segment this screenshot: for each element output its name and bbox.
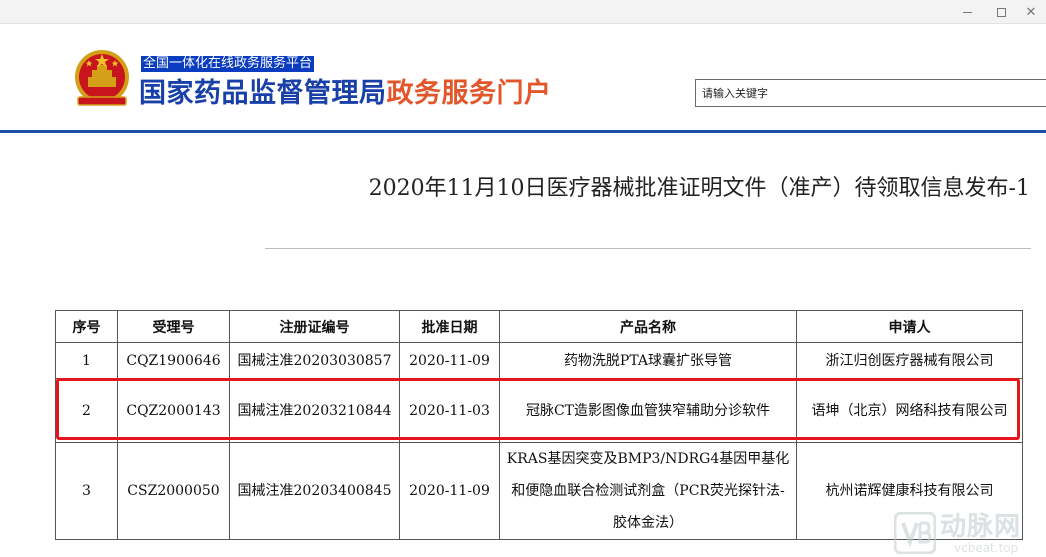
cell-applicant: 浙江归创医疗器械有限公司: [796, 342, 1023, 379]
cell-product: 药物洗脱PTA球囊扩张导管: [499, 342, 797, 379]
cell-date: 2020-11-09: [399, 342, 500, 379]
cell-registration: 国械注准20203210844: [229, 378, 400, 443]
approval-table: 序号 受理号 注册证编号 批准日期 产品名称 申请人 1 CQZ1900646 …: [55, 310, 1023, 540]
header-divider: [0, 130, 1046, 133]
col-header-acceptance: 受理号: [117, 310, 230, 343]
table-row: 2 CQZ2000143 国械注准20203210844 2020-11-03 …: [55, 378, 1023, 443]
table-row: 3 CSZ2000050 国械注准20203400845 2020-11-09 …: [55, 442, 1023, 540]
cell-date: 2020-11-09: [399, 442, 500, 540]
cell-no: 1: [55, 342, 118, 379]
cell-product: 冠脉CT造影图像血管狭窄辅助分诊软件: [499, 378, 797, 443]
table-header-row: 序号 受理号 注册证编号 批准日期 产品名称 申请人: [55, 310, 1023, 343]
vb-logo-icon: [894, 512, 936, 554]
watermark: 动脉网 vcbeat.top: [894, 512, 1044, 555]
col-header-registration: 注册证编号: [229, 310, 400, 343]
title-divider: [265, 248, 1031, 249]
site-title-main: 国家药品监督管理局: [139, 78, 387, 109]
watermark-brand: 动脉网: [940, 512, 1022, 542]
cell-product-text: KRAS基因突变及BMP3/NDRG4基因甲基化和便隐血联合检测试剂盒（PCR荧…: [506, 451, 790, 531]
minimize-icon[interactable]: [950, 0, 984, 24]
cell-applicant-text: 语坤（北京）网络科技有限公司: [811, 402, 1008, 419]
article-title: 2020年11月10日医疗器械批准证明文件（准产）待领取信息发布-1: [368, 176, 1030, 201]
platform-label[interactable]: 全国一体化在线政务服务平台: [141, 56, 315, 72]
site-title[interactable]: 国家药品监督管理局政务服务门户: [139, 77, 552, 111]
cell-acceptance: CQZ1900646: [117, 342, 230, 379]
table-row: 1 CQZ1900646 国械注准20203030857 2020-11-09 …: [55, 342, 1023, 379]
col-header-no: 序号: [55, 310, 118, 343]
cell-acceptance: CQZ2000143: [117, 378, 230, 443]
national-emblem-icon: [75, 50, 129, 106]
col-header-product: 产品名称: [499, 310, 797, 343]
col-header-date: 批准日期: [399, 310, 500, 343]
search-input[interactable]: [695, 79, 1046, 107]
cell-acceptance: CSZ2000050: [117, 442, 230, 540]
maximize-icon[interactable]: [984, 0, 1018, 24]
close-icon[interactable]: ✕: [1014, 0, 1046, 24]
col-header-applicant: 申请人: [796, 310, 1023, 343]
cell-applicant: 语坤（北京）网络科技有限公司: [796, 378, 1023, 443]
site-title-portal: 政务服务门户: [386, 78, 552, 109]
cell-registration: 国械注准20203400845: [229, 442, 400, 540]
site-header: 全国一体化在线政务服务平台 国家药品监督管理局政务服务门户: [0, 25, 1046, 129]
window-titlebar: ✕: [0, 0, 1046, 24]
watermark-url: vcbeat.top: [954, 541, 1019, 555]
cell-no: 2: [55, 378, 118, 443]
cell-date: 2020-11-03: [399, 378, 500, 443]
cell-no: 3: [55, 442, 118, 540]
cell-product: KRAS基因突变及BMP3/NDRG4基因甲基化和便隐血联合检测试剂盒（PCR荧…: [499, 442, 797, 540]
cell-registration: 国械注准20203030857: [229, 342, 400, 379]
